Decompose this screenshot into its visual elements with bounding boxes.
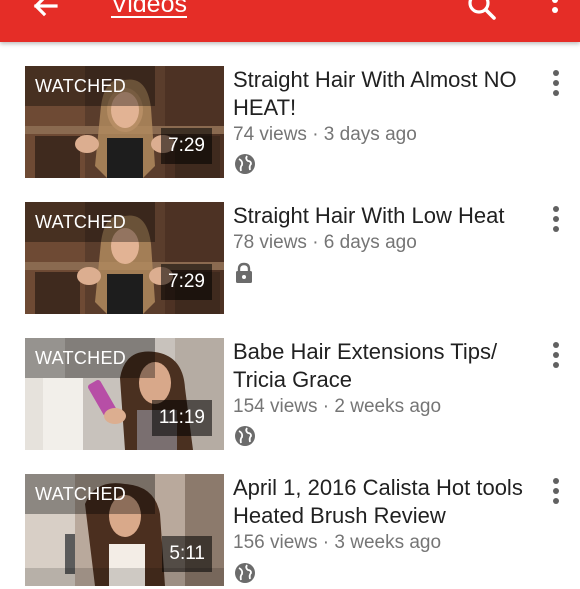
- video-meta: 78 views · 6 days ago: [233, 232, 417, 253]
- more-vert-icon[interactable]: [546, 342, 566, 378]
- public-globe-icon: [234, 562, 256, 584]
- duration-badge: 5:11: [162, 536, 212, 572]
- video-title[interactable]: April 1, 2016 Calista Hot tools Heated B…: [233, 474, 538, 530]
- video-row[interactable]: WATCHED 5:11 April 1, 2016 Calista Hot t…: [0, 450, 580, 586]
- watched-badge: WATCHED: [25, 66, 155, 106]
- video-thumbnail[interactable]: WATCHED 7:29: [25, 202, 224, 314]
- video-title[interactable]: Straight Hair With Almost NO HEAT!: [233, 66, 538, 122]
- video-title[interactable]: Straight Hair With Low Heat: [233, 202, 538, 230]
- video-title[interactable]: Babe Hair Extensions Tips/ Tricia Grace: [233, 338, 538, 394]
- watched-badge: WATCHED: [25, 338, 155, 378]
- public-globe-icon: [234, 153, 256, 175]
- video-thumbnail[interactable]: WATCHED 5:11: [25, 474, 224, 586]
- video-list: WATCHED 7:29 Straight Hair With Almost N…: [0, 42, 580, 586]
- duration-badge: 11:19: [151, 400, 212, 436]
- watched-badge: WATCHED: [25, 202, 155, 242]
- duration-badge: 7:29: [161, 128, 212, 164]
- search-icon[interactable]: [462, 0, 502, 26]
- page-title: Videos: [111, 0, 187, 18]
- video-meta: 156 views · 3 weeks ago: [233, 532, 442, 553]
- duration-badge: 7:29: [161, 264, 212, 300]
- video-thumbnail[interactable]: WATCHED 11:19: [25, 338, 224, 450]
- video-meta: 74 views · 3 days ago: [233, 124, 417, 145]
- more-vert-icon[interactable]: [546, 206, 566, 242]
- watched-badge: WATCHED: [25, 474, 155, 514]
- video-info: April 1, 2016 Calista Hot tools Heated B…: [233, 474, 538, 556]
- video-info: Straight Hair With Almost NO HEAT! 74 vi…: [233, 66, 538, 148]
- video-row[interactable]: WATCHED 7:29 Straight Hair With Almost N…: [0, 42, 580, 178]
- more-vert-icon[interactable]: [540, 0, 570, 28]
- arrow-back-icon[interactable]: [26, 0, 66, 26]
- video-thumbnail[interactable]: WATCHED 7:29: [25, 66, 224, 178]
- app-bar: Videos: [0, 0, 580, 42]
- video-info: Straight Hair With Low Heat 78 views · 6…: [233, 202, 538, 256]
- video-row[interactable]: WATCHED 7:29 Straight Hair With Low Heat…: [0, 178, 580, 314]
- more-vert-icon[interactable]: [546, 478, 566, 514]
- video-row[interactable]: WATCHED 11:19 Babe Hair Extensions Tips/…: [0, 314, 580, 450]
- public-globe-icon: [234, 425, 256, 447]
- private-lock-icon: [233, 262, 255, 284]
- more-vert-icon[interactable]: [546, 70, 566, 106]
- video-info: Babe Hair Extensions Tips/ Tricia Grace …: [233, 338, 538, 420]
- video-meta: 154 views · 2 weeks ago: [233, 396, 442, 417]
